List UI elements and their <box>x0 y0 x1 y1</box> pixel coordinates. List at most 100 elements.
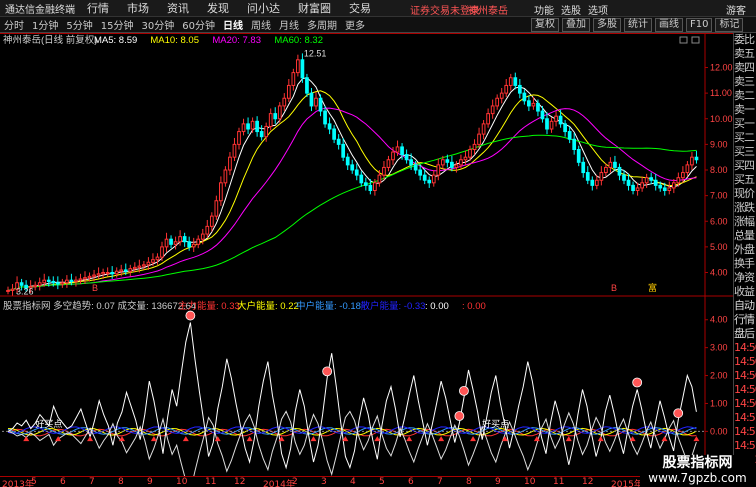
top-menu-item[interactable]: 资讯 <box>158 0 198 16</box>
quote-panel-item: 卖四 <box>734 61 755 74</box>
quote-panel-item: 自动 <box>734 299 755 312</box>
top-menu-item[interactable]: 财富圈 <box>289 0 340 16</box>
top-right-menu: 功能 选股 选项 <box>534 2 615 17</box>
date-label: 6 <box>60 477 66 487</box>
signal-ball-icon <box>185 310 196 321</box>
quote-panel-item: 买三 <box>734 145 755 158</box>
watermark: 股票指标网 www.7gpzb.com <box>640 455 755 487</box>
tool-button[interactable]: F10 <box>686 18 713 32</box>
quote-panel-item: 总量 <box>734 229 755 242</box>
kline-chart[interactable]: 12.0011.0010.009.008.007.006.005.004.00 … <box>0 33 733 479</box>
period-tab[interactable]: 60分钟 <box>178 17 219 32</box>
quote-panel-item: 卖一 <box>734 103 755 116</box>
period-tabs: 分时 1分钟 5分钟 15分钟 30分钟 60分钟 日线 周线 月线 多周期 更多 <box>0 17 369 32</box>
quote-panel-item: 14:50 <box>734 397 756 410</box>
date-label: 4 <box>350 477 356 487</box>
indicator-axis-label: 2.00 <box>710 371 728 381</box>
date-label: 2014年 <box>263 480 295 487</box>
quote-panel-item: 外盘 <box>734 243 755 256</box>
period-tab[interactable]: 1分钟 <box>28 17 62 32</box>
quote-panel-item: 14:50 <box>734 355 756 368</box>
indicator-axis-label: 0.00 <box>710 426 728 436</box>
quote-panel: 委比 卖五 卖四 卖三 卖二 卖一 买一 买二 买三 买四 买五 现价 涨跌 涨幅 总量 外盘 换手 净资 收益 自动… <box>733 33 756 487</box>
price-axis-label: 5.00 <box>710 242 728 252</box>
date-label: 2015年 <box>611 480 643 487</box>
signal-ball-icon <box>459 385 469 396</box>
date-label: 11 <box>205 477 217 487</box>
date-label: 3 <box>321 477 327 487</box>
top-right-menu-item[interactable]: 功能 <box>534 2 554 17</box>
tool-button[interactable]: 复权 <box>531 18 559 32</box>
date-label: 5 <box>379 477 385 487</box>
top-menu-item[interactable]: 交易 <box>340 0 380 16</box>
period-tab[interactable]: 周线 <box>247 17 275 32</box>
indicator-axis-label: 3.00 <box>710 343 728 353</box>
period-tab[interactable]: 日线 <box>219 17 247 32</box>
quote-panel-item: 14:50 <box>734 369 756 382</box>
signal-ball-icon <box>322 366 333 377</box>
date-label: 7 <box>437 477 443 487</box>
period-tab[interactable]: 30分钟 <box>137 17 178 32</box>
date-label: 6 <box>408 477 414 487</box>
top-menu: 行情 市场 资讯 发现 问小达 财富圈 交易 <box>78 0 380 16</box>
tool-button[interactable]: 统计 <box>624 18 652 32</box>
signal-marker: B <box>92 283 98 293</box>
chart-background <box>0 33 733 479</box>
tool-button[interactable]: 画线 <box>655 18 683 32</box>
top-menu-item[interactable]: 问小达 <box>238 0 289 16</box>
indicator-axis-label: 1.00 <box>710 398 728 408</box>
watermark-title: 股票指标网 <box>662 455 733 471</box>
guest-label[interactable]: 游客 <box>726 2 746 17</box>
top-menu-item[interactable]: 发现 <box>198 0 238 16</box>
price-axis-label: 8.00 <box>710 165 728 175</box>
date-label: 10 <box>176 477 188 487</box>
top-menu-item[interactable]: 市场 <box>118 0 158 16</box>
tool-button[interactable]: 标记 <box>715 18 744 32</box>
tool-button[interactable]: 多股 <box>593 18 621 32</box>
date-label: 12 <box>234 477 246 487</box>
low-price-label: 3.26 <box>16 286 34 296</box>
signal-marker: 富 <box>648 282 657 293</box>
date-label: 7 <box>89 477 95 487</box>
top-menu-item[interactable]: 行情 <box>78 0 118 16</box>
ma-label: MA5: 8.59 <box>94 35 137 46</box>
watermark-url: www.7gpzb.com <box>648 471 747 485</box>
quote-panel-item: 14:51 <box>734 411 756 424</box>
tool-button[interactable]: 叠加 <box>562 18 590 32</box>
quote-panel-item: 换手 <box>734 257 755 270</box>
ma-label: MA20: 7.83 <box>212 35 261 46</box>
quote-panel-item: 14:50 <box>734 341 756 354</box>
top-right-menu-item[interactable]: 选项 <box>588 2 608 17</box>
quote-panel-item: 买四 <box>734 159 755 172</box>
chart-area[interactable]: 12.00 11.00 10.00 9.00 8.00 7.00 6.00 5.00 4.00 … <box>0 33 733 479</box>
period-tab[interactable]: 15分钟 <box>97 17 138 32</box>
top-right-menu-item[interactable]: 选股 <box>561 2 581 17</box>
quote-panel-item: 买一 <box>734 117 755 130</box>
date-label: 12 <box>582 477 594 487</box>
quote-panel-item: 涨幅 <box>734 215 755 228</box>
quote-panel-item: 卖三 <box>734 75 755 88</box>
app-title: 通达信金融终端 <box>5 4 75 16</box>
quote-panel-item: 行情 <box>734 313 755 326</box>
indicator-item: 中户能量: -0.18 <box>296 300 361 312</box>
period-tab[interactable]: 月线 <box>275 17 303 32</box>
ma-label: MA60: 8.32 <box>274 35 323 46</box>
main-chart-title: 神州泰岳(日线 前复权) <box>3 34 97 46</box>
indicator-axis-label: 4.00 <box>710 315 728 325</box>
indicator-item: 主力能量: 0.33 <box>178 300 240 312</box>
quote-panel-item: 卖五 <box>734 47 755 60</box>
period-tab[interactable]: 5分钟 <box>62 17 96 32</box>
quote-panel-item: 委比 <box>734 33 755 46</box>
date-label: 5 <box>31 477 37 487</box>
period-tab[interactable]: 更多 <box>341 17 369 32</box>
price-axis-label: 10.00 <box>710 114 733 124</box>
signal-ball-icon <box>673 408 684 419</box>
date-axis: 2013年 5 6 7 8 9 10 11 12 2014年 2 3 4 5 6 7 8 9 10 11 12 2015年… <box>0 476 733 487</box>
period-tab[interactable]: 多周期 <box>303 17 341 32</box>
date-label: 9 <box>495 477 501 487</box>
date-label: 2 <box>292 477 298 487</box>
quote-panel-item: 14:50 <box>734 383 756 396</box>
period-tab[interactable]: 分时 <box>0 17 28 32</box>
signal-ball-icon <box>632 377 643 388</box>
indicator-item: 散户能量: -0.33 <box>361 300 426 312</box>
